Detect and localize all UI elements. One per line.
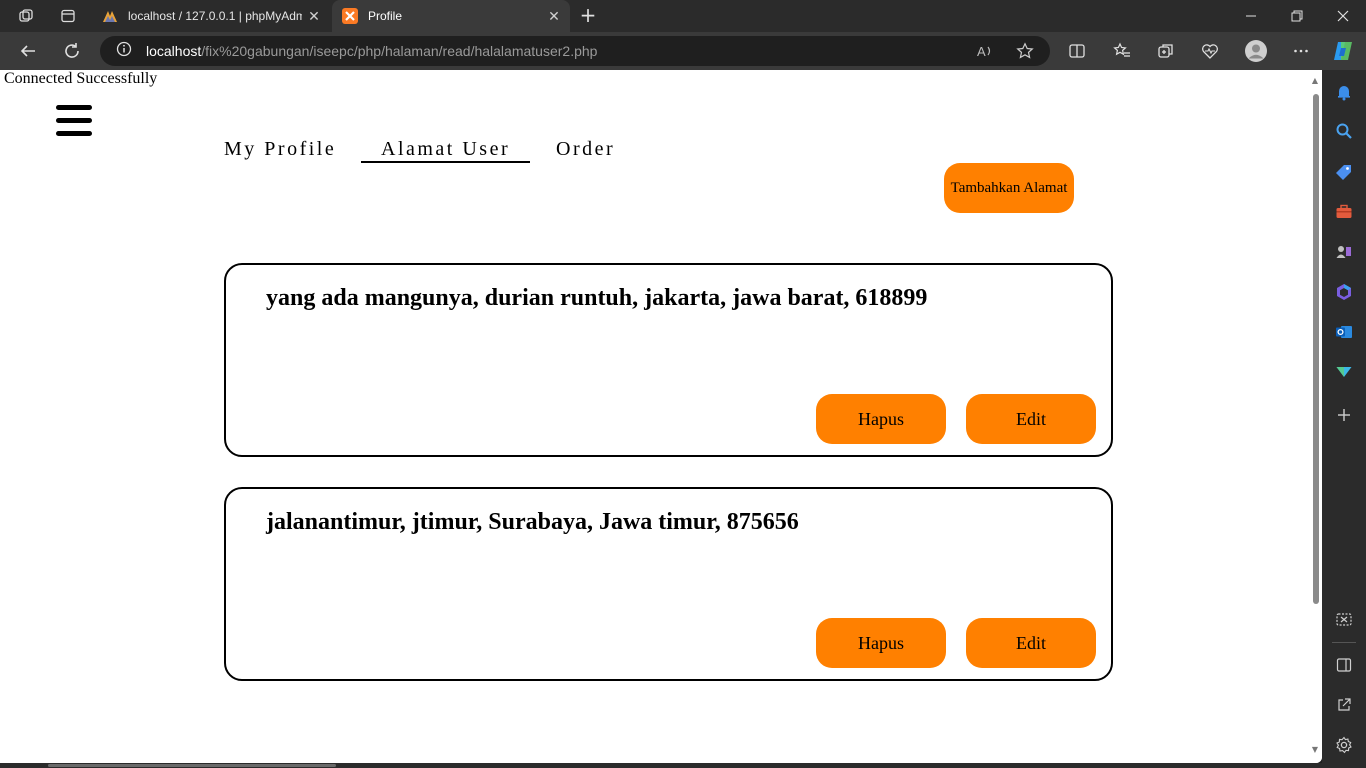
microsoft-365-icon[interactable] [1334,282,1354,302]
close-tab-icon[interactable]: ✕ [542,4,566,28]
edge-sidebar [1322,70,1366,768]
close-tab-icon[interactable]: ✕ [302,4,326,28]
minimize-icon[interactable] [1228,0,1274,32]
drop-icon[interactable] [1334,362,1354,382]
horizontal-scroll-thumb[interactable] [48,764,336,767]
tab-title: Profile [368,9,403,23]
url-host: localhost [146,43,202,59]
new-tab-icon[interactable]: + [576,4,600,28]
site-info-icon[interactable] [116,41,132,61]
bottom-strip [0,763,1322,768]
screenshot-icon[interactable] [1334,610,1354,630]
refresh-icon[interactable] [58,37,86,65]
back-icon[interactable] [14,37,42,65]
browser-toolbar: localhost/fix%20gabungan/iseepc/php/hala… [0,32,1366,70]
notification-bell-icon[interactable] [1334,82,1354,102]
scroll-down-icon[interactable]: ▼ [1311,746,1319,754]
tools-briefcase-icon[interactable] [1334,202,1354,222]
edit-address-button[interactable]: Edit [966,394,1096,444]
tab-order[interactable]: Order [556,138,615,161]
tab-my-profile[interactable]: My Profile [224,138,336,161]
add-address-button[interactable]: Tambahkan Alamat [944,163,1074,213]
workspaces-icon[interactable] [12,4,40,28]
more-options-icon[interactable] [1287,37,1315,65]
browser-essentials-icon[interactable] [1196,37,1224,65]
close-window-icon[interactable] [1320,0,1366,32]
favorites-icon[interactable] [1108,37,1136,65]
scroll-thumb[interactable] [1313,94,1319,604]
tab-strip: localhost / 127.0.0.1 | phpMyAdmin ✕ Pro… [0,0,1366,32]
address-card: yang ada mangunya, durian runtuh, jakart… [224,263,1113,457]
url-path: /fix%20gabungan/iseepc/php/halaman/read/… [201,43,598,59]
xampp-icon [342,8,358,24]
tab-title: localhost / 127.0.0.1 | phpMyAdmin [128,9,302,23]
address-text: jalanantimur, jtimur, Surabaya, Jawa tim… [266,509,799,535]
address-card: jalanantimur, jtimur, Surabaya, Jawa tim… [224,487,1113,681]
outlook-icon[interactable] [1334,322,1354,342]
delete-address-button[interactable]: Hapus [816,618,946,668]
page-viewport: Connected Successfully My Profile Alamat… [0,70,1322,763]
sidebar-divider [1332,642,1356,643]
scroll-up-icon[interactable]: ▲ [1311,77,1319,85]
restore-icon[interactable] [1274,0,1320,32]
shopping-tag-icon[interactable] [1334,162,1354,182]
split-screen-icon[interactable] [1063,37,1091,65]
tab-profile[interactable]: Profile ✕ [332,0,570,32]
address-text: yang ada mangunya, durian runtuh, jakart… [266,285,928,311]
url-text: localhost/fix%20gabungan/iseepc/php/hala… [146,43,597,59]
hide-sidebar-icon[interactable] [1334,655,1354,675]
tab-alamat-user[interactable]: Alamat User [361,138,531,163]
hamburger-menu-icon[interactable] [56,105,92,137]
profile-avatar-icon[interactable] [1242,37,1270,65]
settings-gear-icon[interactable] [1334,735,1354,755]
search-icon[interactable] [1334,121,1354,141]
add-sidebar-app-icon[interactable] [1334,405,1354,425]
delete-address-button[interactable]: Hapus [816,394,946,444]
collections-icon[interactable] [1152,37,1180,65]
copilot-icon[interactable] [1329,37,1357,65]
favorite-star-icon[interactable] [1013,39,1037,63]
svg-text:A: A [977,44,986,59]
edit-address-button[interactable]: Edit [966,618,1096,668]
phpmyadmin-icon [102,8,118,24]
address-bar[interactable]: localhost/fix%20gabungan/iseepc/php/hala… [100,36,1050,66]
games-icon[interactable] [1334,242,1354,262]
connection-status: Connected Successfully [4,70,158,87]
open-external-icon[interactable] [1334,695,1354,715]
tab-actions-icon[interactable] [54,4,82,28]
tab-phpmyadmin[interactable]: localhost / 127.0.0.1 | phpMyAdmin ✕ [92,0,330,32]
vertical-scrollbar[interactable]: ▲ ▼ [1308,70,1322,763]
read-aloud-icon[interactable]: A [974,39,998,63]
